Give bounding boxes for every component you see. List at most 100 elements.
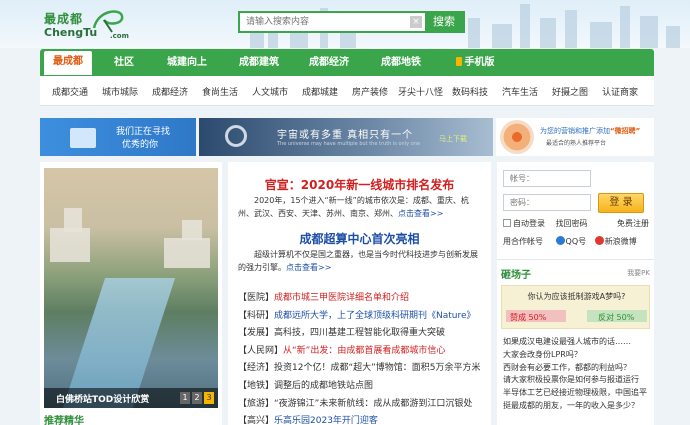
ad-banner[interactable]: 宇宙或有多重 真相只有一个 The universe may have mult…: [199, 118, 493, 156]
wechat-banner-line2: 最适合的熟人推荐平台: [546, 140, 607, 147]
site-logo[interactable]: 最成都 ChengTu .com: [44, 6, 134, 42]
ring-icon: [225, 125, 247, 147]
slide-page-2[interactable]: 2: [192, 392, 202, 404]
news-category: 【医院】: [238, 293, 275, 303]
partner-login-label: 用合作帐号: [503, 237, 543, 246]
subnav-item[interactable]: 房产装修: [352, 85, 388, 98]
auto-login-checkbox[interactable]: [503, 219, 511, 227]
topic-item[interactable]: 请大家积极投票你是如何参与报道运行: [503, 374, 651, 387]
subnav-item[interactable]: 食尚生活: [202, 85, 238, 98]
subnav-item[interactable]: 城市城际: [102, 85, 138, 98]
nav-item-metro[interactable]: 成都地铁: [370, 49, 432, 76]
search-input[interactable]: [240, 13, 404, 31]
news-title[interactable]: 成都远所大学，上了全球顶级科研期刊《Nature》: [274, 311, 476, 321]
news-title[interactable]: 高科技，四川基建工程智能化取得重大突破: [274, 328, 445, 338]
news-item[interactable]: 【人民网】从“新”出发：由成都首展看成都城市信心: [238, 343, 488, 361]
person-illustration-icon: [70, 128, 96, 148]
news-category: 【发展】: [238, 328, 275, 339]
slideshow-image[interactable]: 白佛桥站TOD设计欣赏 1 2 3: [44, 168, 218, 408]
subnav-item[interactable]: 认证商家: [602, 85, 638, 98]
recruit-banner-line2: 优秀的你: [122, 140, 159, 150]
topic-list: 如果成汉电建设最强人城市的话…… 大家会改身份LPR吗？ 西财会有必要工作，都都的利…: [503, 336, 651, 413]
nav-item-home[interactable]: 最成都: [44, 51, 92, 75]
headline-1-summary: 2020年，15个进入“新一线”的城市依次是：成都、重庆、杭州、武汉、西安、天津…: [238, 196, 469, 218]
arena-pk-link[interactable]: 我要PK: [627, 268, 650, 278]
subnav-item[interactable]: 数码科技: [452, 85, 488, 98]
news-item[interactable]: 【发展】高科技，四川基建工程智能化取得重大突破: [238, 325, 488, 343]
ad-banner-title: 宇宙或有多重 真相只有一个: [277, 130, 414, 141]
news-title[interactable]: “夜游锦江”未来新航线：成从成都游到江口沉银处: [274, 399, 472, 409]
news-title[interactable]: 成都市城三甲医院详细名单和介绍: [274, 293, 409, 303]
news-item[interactable]: 【旅游】“夜游锦江”未来新航线：成从成都游到江口沉银处: [238, 396, 488, 414]
poll-oppose[interactable]: 反对 50%: [598, 312, 634, 323]
headline-2[interactable]: 成都超算中心首次亮相: [228, 230, 491, 247]
login-options: 自动登录 找回密码 免费注册: [503, 218, 649, 229]
news-title[interactable]: 从“新”出发：由成都首展看成都城市信心: [283, 346, 445, 356]
news-category: 【经济】: [238, 363, 275, 374]
subnav-item[interactable]: 牙尖十八怪: [398, 85, 443, 98]
divider: [497, 259, 654, 260]
qq-icon: [555, 236, 565, 245]
slideshow-panel: 白佛桥站TOD设计欣赏 1 2 3 推荐精华: [40, 162, 222, 425]
subnav-item[interactable]: 成都经济: [152, 85, 188, 98]
forgot-password-link[interactable]: 找回密码: [556, 219, 588, 228]
topic-item[interactable]: 西财会有必要工作，都都的利益吗？: [503, 362, 651, 375]
ad-banner-subtitle: The universe may have multiple but the t…: [277, 141, 420, 147]
search-button[interactable]: 搜索: [425, 13, 463, 31]
sidebar-panel: 登 录 自动登录 找回密码 免费注册 用合作帐号 QQ号 新浪微博 砸场子 我要…: [497, 162, 654, 425]
wechat-recruit-banner[interactable]: 为您的营销和推广添加“微招聘” 最适合的熟人推荐平台: [496, 118, 654, 156]
slide-page-1[interactable]: 1: [180, 392, 190, 404]
more-link[interactable]: 点击查看>>: [286, 263, 331, 272]
header: 最成都 ChengTu .com × 搜索: [0, 0, 690, 48]
more-link[interactable]: 点击查看>>: [398, 209, 443, 218]
sub-nav: 成都交通 城市城际 成都经济 食尚生活 人文城市 成都城建 房产装修 牙尖十八怪…: [40, 76, 654, 106]
search-box: × 搜索: [238, 11, 465, 33]
news-title[interactable]: 调整后的成都地铁站点图: [274, 381, 373, 391]
nav-item-economy[interactable]: 成都经济: [298, 49, 360, 76]
slideshow-caption-bar: 白佛桥站TOD设计欣赏 1 2 3: [44, 388, 218, 408]
news-title[interactable]: 乐高乐园2023年开门迎客: [274, 416, 378, 425]
social-login: 用合作帐号 QQ号 新浪微博: [503, 236, 649, 247]
logo-chinese: 最成都: [44, 12, 84, 26]
topic-item[interactable]: 半导体工艺已经接近物理极限，中国追平: [503, 387, 651, 400]
headline-1[interactable]: 官宣：2020年新一线城市排名发布: [228, 176, 491, 193]
topic-item[interactable]: 如果成汉电建设最强人城市的话……: [503, 336, 651, 349]
nav-item-mobile[interactable]: 手机版: [444, 49, 506, 76]
news-category: 【科研】: [238, 310, 275, 321]
subnav-item[interactable]: 成都交通: [52, 85, 88, 98]
nav-item-community[interactable]: 社区: [102, 49, 146, 76]
news-item[interactable]: 【医院】成都市城三甲医院详细名单和介绍: [238, 290, 488, 308]
register-link[interactable]: 免费注册: [617, 218, 649, 229]
clear-icon[interactable]: ×: [410, 16, 422, 28]
news-item[interactable]: 【科研】成都远所大学，上了全球顶级科研期刊《Nature》: [238, 308, 488, 326]
password-field[interactable]: [503, 194, 591, 211]
news-title[interactable]: 投资12个亿！成都“超大”博物馆：面积5万余平方米: [274, 363, 481, 373]
news-item[interactable]: 【经济】投资12个亿！成都“超大”博物馆：面积5万余平方米: [238, 360, 488, 378]
auto-login-label: 自动登录: [513, 219, 545, 228]
nav-item-urban[interactable]: 城建向上: [156, 49, 218, 76]
subnav-item[interactable]: 汽车生活: [502, 85, 538, 98]
subnav-item[interactable]: 人文城市: [252, 85, 288, 98]
nav-item-architecture[interactable]: 成都建筑: [228, 49, 290, 76]
slideshow-caption[interactable]: 白佛桥站TOD设计欣赏: [56, 392, 149, 405]
poll-support[interactable]: 赞成 50%: [510, 312, 546, 323]
ad-banner-tag: 马上下载: [439, 135, 467, 143]
subnav-item[interactable]: 成都城建: [302, 85, 338, 98]
news-item[interactable]: 【地铁】调整后的成都地铁站点图: [238, 378, 488, 396]
news-category: 【旅游】: [238, 398, 275, 409]
username-field[interactable]: [503, 170, 591, 187]
topic-item[interactable]: 大家会改身份LPR吗？: [503, 349, 651, 362]
subnav-item[interactable]: 好摄之图: [552, 85, 588, 98]
news-item[interactable]: 【高兴】乐高乐园2023年开门迎客: [238, 413, 488, 425]
poll-question: 你认为应该抵制游戏A梦吗?: [527, 292, 626, 301]
qq-login[interactable]: QQ号: [555, 236, 586, 246]
login-button[interactable]: 登 录: [598, 193, 644, 213]
slide-page-3[interactable]: 3: [204, 392, 214, 404]
topic-item[interactable]: 挺最成都的朋友，一年的收入是多少？: [503, 400, 651, 413]
main-nav: 最成都 社区 城建向上 成都建筑 成都经济 成都地铁 手机版: [40, 49, 654, 76]
headline-2-summary: 超级计算机不仅是国之重器，也是当今时代科技进步与创新发展的强力引擎。点击查看>>: [238, 250, 478, 272]
headline-panel: 官宣：2020年新一线城市排名发布 2020年，15个进入“新一线”的城市依次是…: [228, 162, 491, 425]
recruit-banner[interactable]: 我们正在寻找 优秀的你: [40, 118, 196, 156]
news-category: 【人民网】: [238, 345, 284, 356]
weibo-login[interactable]: 新浪微博: [594, 236, 637, 246]
